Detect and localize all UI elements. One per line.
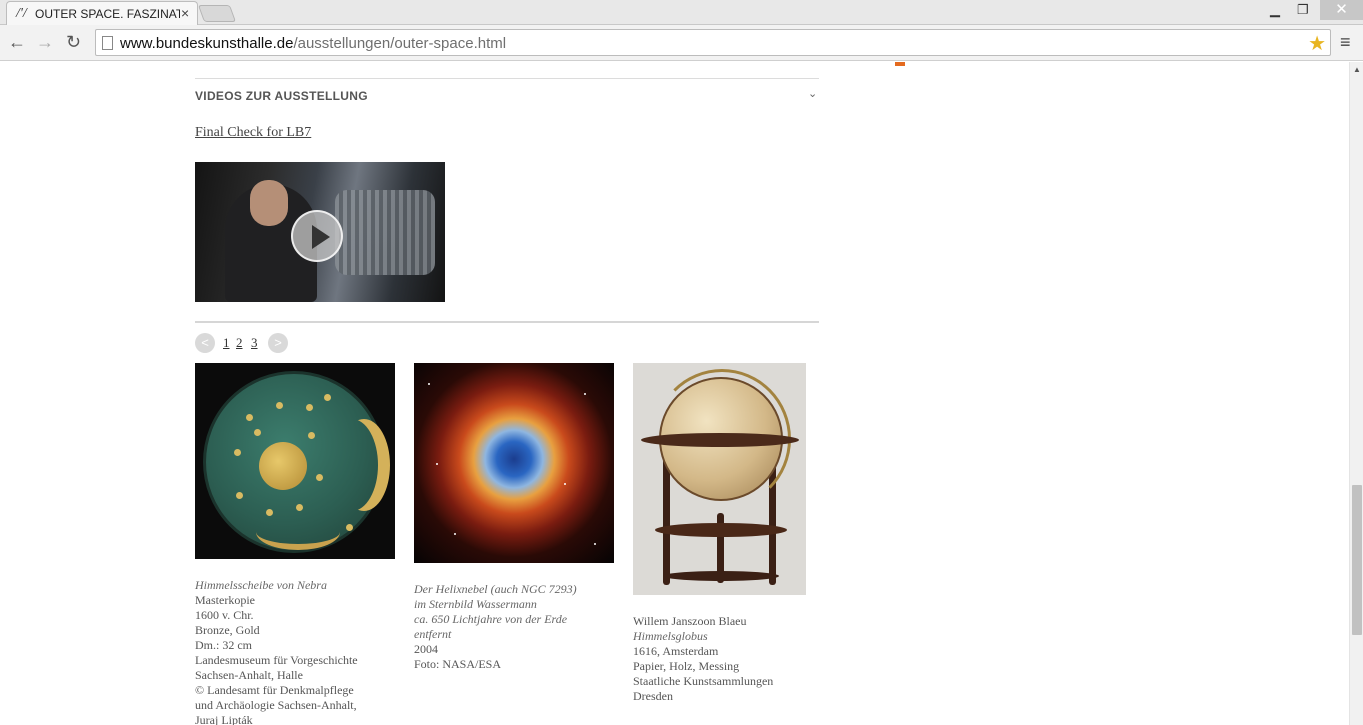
- arc-shape: [256, 514, 340, 550]
- orange-accent-mark: [895, 62, 905, 66]
- video-thumbnail[interactable]: [195, 162, 445, 302]
- caption-line: Masterkopie: [195, 593, 255, 607]
- star-dot: [308, 432, 315, 439]
- play-icon[interactable]: [291, 210, 343, 262]
- address-bar[interactable]: www.bundeskunsthalle.de/ausstellungen/ou…: [95, 29, 1331, 56]
- caption-line: Dresden: [633, 689, 673, 703]
- caption-line: Willem Janszoon Blaeu: [633, 614, 747, 628]
- video-title-link[interactable]: Final Check for LB7: [195, 125, 311, 141]
- star-dot: [254, 429, 261, 436]
- tab-title: OUTER SPACE. FASZINATI: [35, 7, 180, 21]
- caption-line: Papier, Holz, Messing: [633, 659, 740, 673]
- star-dot: [246, 414, 253, 421]
- caption-line: © Landesamt für Denkmalpflege: [195, 683, 354, 697]
- caption-globe: Willem Janszoon Blaeu Himmelsglobus 1616…: [633, 614, 813, 704]
- chrome-menu-icon[interactable]: ≡: [1340, 32, 1351, 53]
- browser-tab[interactable]: /'/ OUTER SPACE. FASZINATI ×: [6, 1, 198, 26]
- sun-shape: [259, 442, 307, 490]
- spacecraft-image: [335, 190, 435, 275]
- url-text[interactable]: www.bundeskunsthalle.de/ausstellungen/ou…: [120, 35, 506, 52]
- caption-line: 1600 v. Chr.: [195, 608, 254, 622]
- caption-line: und Archäologie Sachsen-Anhalt,: [195, 698, 357, 712]
- scrollbar-thumb[interactable]: [1352, 485, 1362, 635]
- minimize-icon[interactable]: ▁: [1270, 2, 1280, 18]
- scroll-up-arrow-icon[interactable]: ▲: [1353, 65, 1361, 74]
- caption-line: Himmelsglobus: [633, 629, 708, 643]
- disc: [203, 371, 385, 553]
- celestial-globe-image[interactable]: [633, 363, 806, 595]
- caption-line: ca. 650 Lichtjahre von der Erde: [414, 612, 568, 626]
- star-dot: [594, 543, 596, 545]
- chevron-down-icon[interactable]: ⌄: [808, 87, 817, 100]
- page-icon: [102, 36, 113, 50]
- star-dot: [454, 533, 456, 535]
- moon-shape: [326, 419, 378, 511]
- star-dot: [346, 524, 353, 531]
- globe-base: [663, 571, 779, 581]
- star-dot: [296, 504, 303, 511]
- star-dot: [436, 463, 438, 465]
- caption-line: Dm.: 32 cm: [195, 638, 252, 652]
- presenter-face: [250, 180, 288, 226]
- browser-toolbar: ← → ↻ www.bundeskunsthalle.de/ausstellun…: [0, 25, 1363, 61]
- caption-nebra: Himmelsscheibe von Nebra Masterkopie 160…: [195, 578, 390, 725]
- window-close-icon[interactable]: ✕: [1320, 0, 1363, 20]
- url-path: /ausstellungen/outer-space.html: [293, 35, 507, 52]
- prev-arrow-icon[interactable]: <: [195, 333, 215, 353]
- caption-line: Sachsen-Anhalt, Halle: [195, 668, 303, 682]
- caption-line: Der Helixnebel (auch NGC 7293): [414, 582, 577, 596]
- tab-strip: /'/ OUTER SPACE. FASZINATI × ▁ ❐ ✕: [0, 0, 1363, 26]
- vertical-scrollbar[interactable]: ▲: [1349, 62, 1363, 725]
- caption-line: Landesmuseum für Vorgeschichte: [195, 653, 358, 667]
- next-arrow-icon[interactable]: >: [268, 333, 288, 353]
- caption-line: Juraj Lipták: [195, 713, 253, 725]
- bookmark-star-icon[interactable]: ★: [1308, 31, 1326, 56]
- caption-line: 1616, Amsterdam: [633, 644, 719, 658]
- divider: [195, 321, 819, 323]
- reload-icon[interactable]: ↻: [66, 32, 81, 53]
- back-arrow-icon[interactable]: ←: [8, 32, 26, 53]
- helix-nebula-image[interactable]: [414, 363, 614, 563]
- tab-close-icon[interactable]: ×: [181, 5, 189, 21]
- star-dot: [276, 402, 283, 409]
- pager-page-1[interactable]: 1: [223, 335, 230, 351]
- star-dot: [236, 492, 243, 499]
- forward-arrow-icon[interactable]: →: [36, 32, 54, 53]
- star-dot: [316, 474, 323, 481]
- star-dot: [306, 404, 313, 411]
- star-dot: [324, 394, 331, 401]
- restore-icon[interactable]: ❐: [1297, 2, 1309, 18]
- site-favicon-icon: /'/: [16, 6, 27, 21]
- new-tab-button[interactable]: [197, 5, 237, 22]
- nebra-disc-image[interactable]: [195, 363, 395, 559]
- star-dot: [428, 383, 430, 385]
- caption-line: Staatliche Kunstsammlungen: [633, 674, 774, 688]
- url-host: www.bundeskunsthalle.de: [120, 35, 294, 52]
- caption-line: Bronze, Gold: [195, 623, 260, 637]
- globe-lower-ring: [655, 523, 787, 537]
- globe-horizon-ring: [641, 433, 799, 447]
- star-dot: [266, 509, 273, 516]
- star-dot: [584, 393, 586, 395]
- section-title-videos[interactable]: VIDEOS ZUR AUSSTELLUNG: [195, 89, 368, 103]
- page-viewport: VIDEOS ZUR AUSSTELLUNG ⌄ Final Check for…: [0, 62, 1349, 725]
- caption-line: entfernt: [414, 627, 452, 641]
- star-dot: [234, 449, 241, 456]
- pager-page-3[interactable]: 3: [251, 335, 258, 351]
- divider: [195, 78, 819, 79]
- pager-page-2[interactable]: 2: [236, 335, 243, 351]
- caption-line: im Sternbild Wassermann: [414, 597, 537, 611]
- caption-line: Foto: NASA/ESA: [414, 657, 502, 671]
- star-dot: [564, 483, 566, 485]
- caption-line: Himmelsscheibe von Nebra: [195, 578, 327, 592]
- caption-line: 2004: [414, 642, 438, 656]
- caption-helix: Der Helixnebel (auch NGC 7293) im Sternb…: [414, 582, 614, 672]
